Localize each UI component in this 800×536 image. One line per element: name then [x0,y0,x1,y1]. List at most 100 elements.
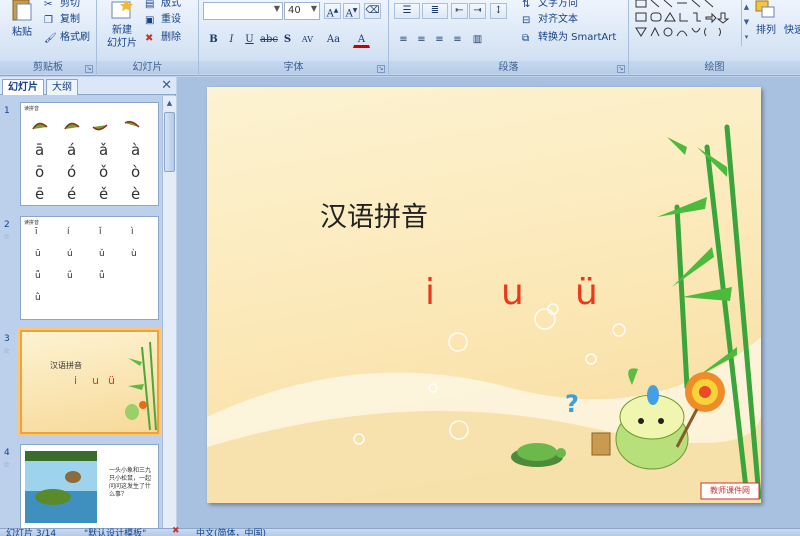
layout-icon: ▤ [145,0,155,10]
align-right-button[interactable]: ≡ [431,32,448,48]
font-color-button[interactable]: A [353,32,370,48]
font-size-box[interactable]: 40 ▼ [284,2,320,20]
stamp-logo: 教师课件网 [710,486,750,495]
arrange-icon[interactable] [755,0,777,20]
thumb-pinyin-char: ē [35,185,45,203]
paste-button[interactable]: 粘贴 [8,26,36,39]
slides-panel: 幻灯片 大纲 ✕ 1 读拼音 ā á ǎ à ō ó ǒ ò ē é ě è 2 ☆ 读拼音 ī í ǐ ì… [0,77,176,528]
scroll-up-icon[interactable]: ▲ [164,97,175,109]
scroll-thumb[interactable] [164,112,175,172]
tab-outline[interactable]: 大纲 [46,79,78,95]
paragraph-group-label: 段落 [389,61,628,74]
shrink-font-button[interactable]: A▼ [343,3,360,19]
slide-background-art: ? [207,124,761,503]
change-case-button[interactable]: Aa [325,32,342,48]
thumb-pinyin-char: ù [131,249,137,259]
brush-icon: 🖌 [44,33,57,44]
align-center-button[interactable]: ≡ [413,32,430,48]
format-painter-button[interactable]: 🖌 格式刷 [44,30,90,46]
clipboard-launcher-icon[interactable]: ↘ [85,65,93,73]
theme-name: "默认设计模板" [84,529,147,536]
thumb-number: 1 [4,106,10,116]
animation-star-icon: ☆ [3,232,11,241]
thumb-body-text: 一头小象和三九只小松鼠，一起问问这发生了什么事？ [109,467,152,498]
gallery-scroll[interactable]: ▲ ▼ ▾ [741,0,751,46]
delete-icon: ✖ [145,33,154,44]
slides-group: 新建 幻灯片 ▤ 版式 ▣ 重设 ✖ 删除 幻灯片 [97,0,199,76]
thumb-pinyin-char: ǔ [99,249,105,259]
pinyin-letter-i[interactable]: i [425,272,435,313]
thumbnail-scrollbar[interactable]: ▲ [162,96,176,528]
pinyin-letter-u-umlaut[interactable]: ü [575,272,598,313]
convert-smartart-button[interactable]: ⧉ 转换为 SmartArt [522,30,616,46]
thumb-pinyin-char: ǐ [99,227,102,237]
svg-text:?: ? [565,390,579,418]
font-launcher-icon[interactable]: ↘ [377,65,385,73]
bullets-button[interactable]: ☰ [394,3,420,19]
justify-button[interactable]: ≡ [449,32,466,48]
numbering-button[interactable]: ≣ [422,3,448,19]
thumb-pinyin-char: é [67,185,77,203]
language-status: 中文(简体，中国) [196,529,267,536]
new-slide-button[interactable]: 新建 幻灯片 [100,24,144,50]
italic-button[interactable]: I [223,32,240,48]
cut-button[interactable]: ✂ 剪切 [44,0,80,12]
new-slide-icon[interactable] [110,0,134,20]
slide-title[interactable]: 汉语拼音 [320,195,428,234]
align-left-button[interactable]: ≡ [395,32,412,48]
copy-button[interactable]: ❐ 复制 [44,12,80,28]
font-group-label: 字体 [199,61,388,74]
arrange-button[interactable]: 排列 [751,24,781,37]
thumb-pinyin-char: ú [67,249,73,259]
spellcheck-icon[interactable]: ✖ [172,526,180,536]
strikethrough-button[interactable]: abc [259,32,278,48]
thumb-title: 读拼音 [24,106,40,112]
bold-button[interactable]: B [205,32,222,48]
paste-icon[interactable] [10,0,34,22]
slide-thumbnail-4[interactable]: 一头小象和三九只小松鼠，一起问问这发生了什么事？ [20,444,159,528]
shapes-gallery[interactable] [633,0,741,46]
thumb-pinyin-char: ǘ [67,271,73,281]
scissors-icon: ✂ [44,0,53,10]
layout-button[interactable]: ▤ 版式 [145,0,181,12]
increase-indent-button[interactable]: ⇥ [469,3,486,19]
close-icon[interactable]: ✕ [161,78,172,93]
smartart-icon: ⧉ [522,33,530,44]
current-slide[interactable]: ? 汉语拼音 i u ü 教师课件网 [207,87,761,503]
shadow-button[interactable]: S [279,32,296,48]
chevron-down-icon: ▼ [310,4,317,13]
text-direction-button[interactable]: ⇅ 文字方向 [522,0,578,12]
grow-font-button[interactable]: A▲ [324,3,341,19]
align-text-button[interactable]: ⊟ 对齐文本 [522,12,578,28]
reset-button[interactable]: ▣ 重设 [145,12,181,28]
paragraph-group: ☰ ≣ ⇤ ⇥ ↕ ⇅ 文字方向 ⊟ 对齐文本 ⧉ 转换为 SmartArt ≡ ≡ … [389,0,629,76]
delete-slide-button[interactable]: ✖ 删除 [145,30,181,46]
align-text-icon: ⊟ [522,15,531,26]
slide-thumbnail-3[interactable]: 汉语拼音 i u ü [20,330,159,434]
slide-thumbnail-2[interactable]: 读拼音 ī í ǐ ì ū ú ǔ ù ǖ ǘ ǚ ǜ [20,216,159,320]
drawing-group-label: 绘图 [629,61,800,74]
font-name-box[interactable]: ▼ [203,2,283,20]
line-spacing-button[interactable]: ↕ [490,3,507,19]
columns-button[interactable]: ▥ [469,32,486,48]
panel-tabs: 幻灯片 大纲 ✕ [0,77,176,95]
tab-slides[interactable]: 幻灯片 [2,79,44,95]
underline-button[interactable]: U [241,32,258,48]
paragraph-launcher-icon[interactable]: ↘ [617,65,625,73]
drawing-group: ▲ ▼ ▾ 排列 快速 绘图 [629,0,800,76]
thumb-pinyin-char: ǚ [99,271,105,281]
thumb-pinyin-char: ǎ [99,141,109,159]
copy-icon: ❐ [44,15,53,26]
thumb-pinyin-char: ò [131,163,141,181]
char-spacing-button[interactable]: AV [299,32,316,48]
thumb-pinyin-char: ū [35,249,41,259]
bamboo-icon [125,341,157,431]
quick-styles-button[interactable]: 快速 [782,24,800,37]
thumb-number: 2 [4,220,10,230]
clear-format-button[interactable]: ⌫ [364,3,381,19]
slide-thumbnail-1[interactable]: 读拼音 ā á ǎ à ō ó ǒ ò ē é ě è [20,102,159,206]
font-group: ▼ 40 ▼ A▲ A▼ ⌫ B I U abc S AV Aa A 字体 ↘ [199,0,389,76]
clipboard-group: 粘贴 ✂ 剪切 ❐ 复制 🖌 格式刷 剪贴板 ↘ [0,0,97,76]
decrease-indent-button[interactable]: ⇤ [451,3,468,19]
pinyin-letter-u[interactable]: u [501,272,524,313]
